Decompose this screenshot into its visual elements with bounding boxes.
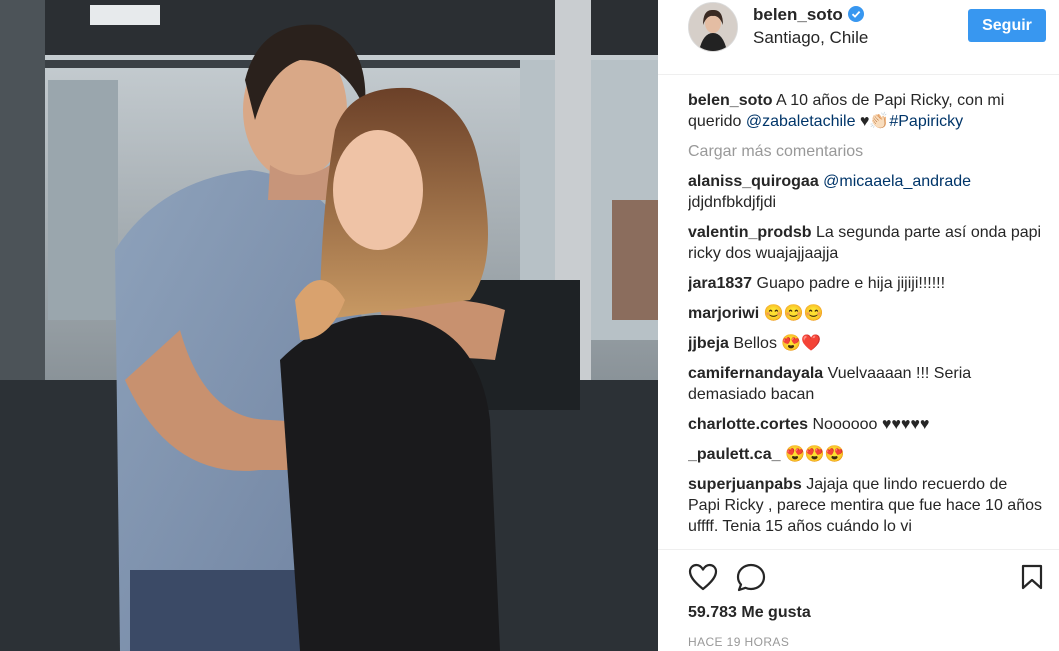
heart-icon[interactable] bbox=[688, 563, 718, 591]
likes-count[interactable]: 59.783 Me gusta bbox=[688, 604, 811, 622]
post-timestamp[interactable]: HACE 19 HORAS bbox=[688, 635, 789, 649]
follow-button[interactable]: Seguir bbox=[968, 9, 1046, 42]
comment-username[interactable]: camifernandayala bbox=[688, 365, 823, 382]
verified-badge-icon bbox=[847, 6, 864, 22]
post-username[interactable]: belen_soto bbox=[753, 5, 864, 25]
comment-mention[interactable]: @micaaela_andrade bbox=[823, 173, 971, 190]
comment-text: Guapo padre e hija jijiji!!!!!! bbox=[756, 275, 946, 292]
comment-username[interactable]: valentin_prodsb bbox=[688, 224, 812, 241]
caption-username[interactable]: belen_soto bbox=[688, 92, 772, 109]
comment-text: Noooooo ♥♥♥♥♥ bbox=[812, 416, 930, 433]
avatar[interactable] bbox=[688, 2, 738, 52]
comment-text: 😍😍😍 bbox=[784, 446, 845, 463]
post-username-text[interactable]: belen_soto bbox=[753, 5, 843, 24]
comment-username[interactable]: _paulett.ca_ bbox=[688, 446, 780, 463]
comment-item: camifernandayala Vuelvaaaan !!! Seria de… bbox=[688, 363, 1043, 405]
comment-text: Bellos 😍❤️ bbox=[733, 335, 822, 352]
load-more-comments-link[interactable]: Cargar más comentarios bbox=[688, 141, 1043, 162]
comment-item: charlotte.cortes Noooooo ♥♥♥♥♥ bbox=[688, 414, 1043, 435]
comments-list[interactable]: belen_soto A 10 años de Papi Ricky, con … bbox=[688, 90, 1043, 548]
comment-username[interactable]: superjuanpabs bbox=[688, 476, 802, 493]
post-photo[interactable] bbox=[0, 0, 658, 651]
comment-item: jjbeja Bellos 😍❤️ bbox=[688, 333, 1043, 354]
post-photo-illustration bbox=[0, 0, 658, 651]
caption: belen_soto A 10 años de Papi Ricky, con … bbox=[688, 90, 1043, 132]
comment-item: jara1837 Guapo padre e hija jijiji!!!!!! bbox=[688, 273, 1043, 294]
post-details-panel: belen_soto Santiago, Chile Seguir belen_… bbox=[658, 0, 1059, 651]
comment-username[interactable]: charlotte.cortes bbox=[688, 416, 808, 433]
comment-username[interactable]: jjbeja bbox=[688, 335, 729, 352]
comment-username[interactable]: alaniss_quirogaa bbox=[688, 173, 819, 190]
caption-hashtag[interactable]: #Papiricky bbox=[889, 113, 963, 130]
avatar-image bbox=[689, 3, 737, 51]
action-bar bbox=[658, 549, 1059, 600]
comment-username[interactable]: marjoriwi bbox=[688, 305, 759, 322]
comment-username[interactable]: jara1837 bbox=[688, 275, 752, 292]
comment-item: marjoriwi 😊😊😊 bbox=[688, 303, 1043, 324]
comment-item: superjuanpabs Jajaja que lindo recuerdo … bbox=[688, 474, 1043, 537]
comment-item: alaniss_quirogaa @micaaela_andrade jdjdn… bbox=[688, 171, 1043, 213]
comment-text: 😊😊😊 bbox=[763, 305, 824, 322]
caption-symbols: ♥👏🏻 bbox=[859, 113, 890, 130]
comment-text: jdjdnfbkdjfjdi bbox=[688, 194, 777, 211]
post-location[interactable]: Santiago, Chile bbox=[753, 28, 868, 48]
caption-mention[interactable]: @zabaletachile bbox=[746, 113, 856, 130]
post-header: belen_soto Santiago, Chile Seguir bbox=[658, 0, 1059, 75]
comment-item: _paulett.ca_ 😍😍😍 bbox=[688, 444, 1043, 465]
comment-item: valentin_prodsb La segunda parte así ond… bbox=[688, 222, 1043, 264]
bookmark-icon[interactable] bbox=[1021, 564, 1043, 590]
comment-icon[interactable] bbox=[736, 563, 766, 593]
